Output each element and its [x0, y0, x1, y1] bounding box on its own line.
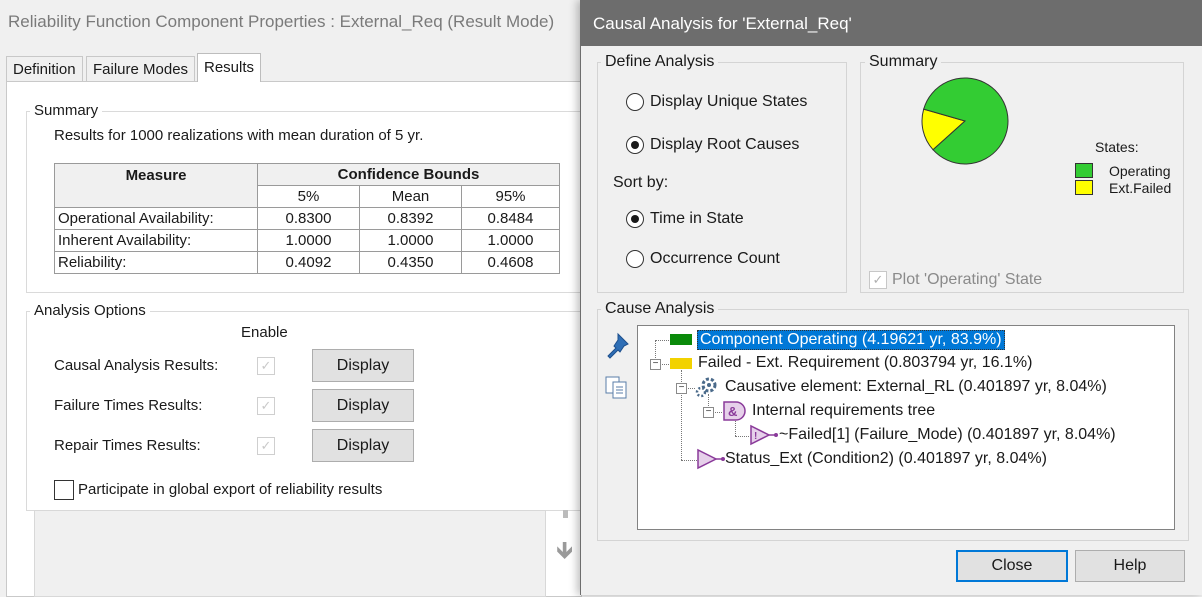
tree-item-component-operating[interactable]: Component Operating (4.19621 yr, 83.9%) [697, 330, 1005, 350]
results-text: Results for 1000 realizations with mean … [54, 127, 424, 144]
failure-display-button[interactable]: Display [312, 389, 414, 422]
tree-item-failed[interactable]: Failed - Ext. Requirement (0.803794 yr, … [698, 354, 1032, 372]
cell: 1.0000 [359, 229, 462, 252]
repair-times-checkbox[interactable]: ✓ [257, 437, 275, 455]
and-gate-icon: & [723, 401, 746, 421]
dialog-title-bar: Causal Analysis for 'External_Req' [581, 0, 1202, 46]
summary-pie-chart [921, 77, 1009, 165]
summary-legend: Summary [865, 53, 942, 71]
copy-icon[interactable] [604, 375, 630, 401]
notes-area [34, 510, 546, 597]
cause-analysis-legend: Cause Analysis [601, 300, 719, 318]
define-analysis-legend: Define Analysis [601, 53, 719, 71]
sort-by-label: Sort by: [613, 174, 669, 191]
root-causes-label[interactable]: Display Root Causes [650, 136, 799, 154]
export-label: Participate in global export of reliabil… [78, 481, 383, 498]
tab-results[interactable]: Results [197, 53, 262, 82]
confidence-bounds-header: Confidence Bounds [257, 163, 560, 186]
scroll-thumb[interactable] [563, 510, 568, 518]
unique-states-radio[interactable] [626, 93, 644, 111]
tree-item-causative-element[interactable]: Causative element: External_RL (0.401897… [725, 378, 1107, 396]
failure-mode-icon: ! [750, 424, 778, 446]
legend-label-operating: Operating [1109, 163, 1171, 179]
cell: 1.0000 [461, 229, 560, 252]
root-causes-radio[interactable] [626, 136, 644, 154]
component-properties-window: Reliability Function Component Propertie… [0, 0, 582, 597]
svg-text:&: & [728, 404, 737, 419]
tree-item-status-ext[interactable]: Status_Ext (Condition2) (0.401897 yr, 8.… [725, 450, 1047, 468]
causal-analysis-dialog: Causal Analysis for 'External_Req' Defin… [580, 0, 1202, 595]
cause-tree[interactable]: Component Operating (4.19621 yr, 83.9%) … [637, 325, 1175, 530]
unique-states-label[interactable]: Display Unique States [650, 93, 807, 111]
time-in-state-label[interactable]: Time in State [650, 210, 744, 228]
table-row: Inherent Availability: 1.0000 1.0000 1.0… [54, 229, 560, 252]
cell: 1.0000 [257, 229, 360, 252]
repair-display-button[interactable]: Display [312, 429, 414, 462]
tree-item-internal-requirements[interactable]: Internal requirements tree [752, 402, 935, 420]
legend-label-ext-failed: Ext.Failed [1109, 180, 1172, 196]
cell: 0.4092 [257, 251, 360, 274]
failure-times-checkbox[interactable]: ✓ [257, 397, 275, 415]
operating-state-icon [670, 334, 692, 345]
failed-state-icon [670, 358, 692, 369]
collapse-toggle[interactable]: − [703, 407, 714, 418]
svg-text:!: ! [754, 431, 757, 442]
tab-definition[interactable]: Definition [6, 56, 83, 82]
condition-icon [697, 448, 725, 470]
time-in-state-radio[interactable] [626, 210, 644, 228]
pin-icon[interactable] [603, 331, 633, 359]
tree-item-failed-mode[interactable]: ~Failed[1] (Failure_Mode) (0.401897 yr, … [779, 426, 1116, 444]
scroll-down-icon[interactable]: 🡻 [556, 533, 573, 574]
table-row: Reliability: 0.4092 0.4350 0.4608 [54, 251, 560, 274]
analysis-options-legend: Analysis Options [30, 302, 150, 319]
states-label: States: [1095, 139, 1139, 155]
plot-operating-label: Plot 'Operating' State [892, 271, 1043, 288]
cell: 0.4350 [359, 251, 462, 274]
row-label: Reliability: [54, 251, 258, 274]
collapse-toggle[interactable]: − [650, 359, 661, 370]
gear-icon [695, 377, 717, 398]
row-label: Operational Availability: [54, 207, 258, 230]
col-5pct: 5% [257, 185, 360, 208]
causal-display-button[interactable]: Display [312, 349, 414, 382]
legend-swatch-ext-failed [1075, 180, 1093, 195]
legend-swatch-operating [1075, 163, 1093, 178]
results-table: Measure Confidence Bounds 5% Mean 95% Op… [54, 163, 560, 274]
table-header-row: Measure Confidence Bounds [54, 163, 560, 208]
cell: 0.4608 [461, 251, 560, 274]
tab-failure-modes[interactable]: Failure Modes [86, 56, 196, 82]
export-checkbox[interactable] [54, 480, 74, 500]
occurrence-count-label[interactable]: Occurrence Count [650, 250, 780, 268]
col-mean: Mean [359, 185, 462, 208]
enable-label: Enable [241, 324, 288, 341]
measure-header: Measure [54, 163, 258, 208]
plot-operating-checkbox[interactable]: ✓ [869, 271, 887, 289]
table-row: Operational Availability: 0.8300 0.8392 … [54, 207, 560, 230]
occurrence-count-radio[interactable] [626, 250, 644, 268]
dialog-title: Causal Analysis for 'External_Req' [593, 14, 852, 33]
col-95pct: 95% [461, 185, 560, 208]
repair-times-label: Repair Times Results: [54, 437, 201, 454]
causal-analysis-label: Causal Analysis Results: [54, 357, 219, 374]
cell: 0.8392 [359, 207, 462, 230]
summary-legend: Summary [30, 102, 103, 119]
cell: 0.8300 [257, 207, 360, 230]
causal-analysis-checkbox[interactable]: ✓ [257, 357, 275, 375]
close-button[interactable]: Close [956, 550, 1068, 582]
help-button[interactable]: Help [1075, 550, 1185, 582]
window-title: Reliability Function Component Propertie… [8, 12, 555, 31]
collapse-toggle[interactable]: − [676, 383, 687, 394]
cell: 0.8484 [461, 207, 560, 230]
failure-times-label: Failure Times Results: [54, 397, 203, 414]
row-label: Inherent Availability: [54, 229, 258, 252]
